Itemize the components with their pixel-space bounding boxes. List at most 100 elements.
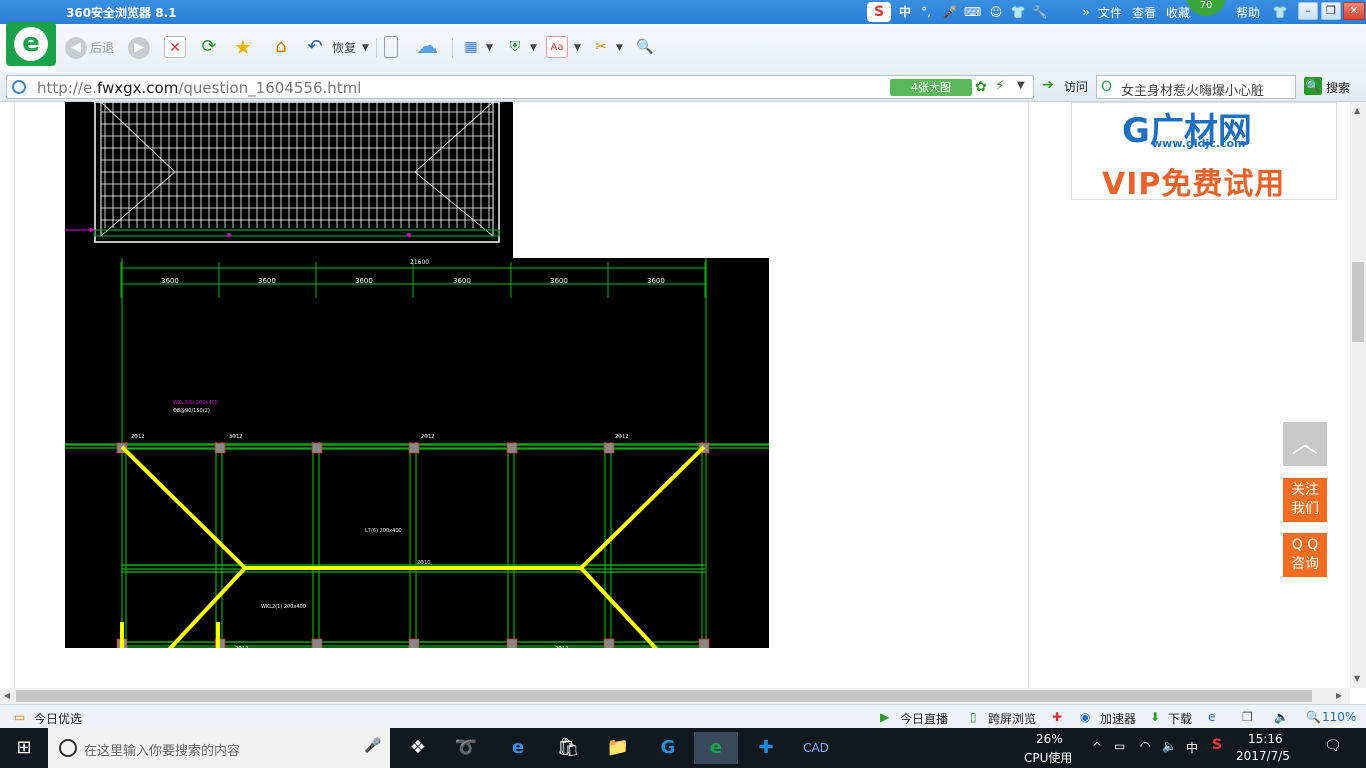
restore-dropdown-icon[interactable]: ▼ xyxy=(362,36,369,60)
sogou-s-icon[interactable]: S xyxy=(867,2,891,22)
scroll-left-icon[interactable]: ◀ xyxy=(4,691,10,700)
ie-icon[interactable]: e xyxy=(1208,710,1215,724)
compat-mode-icon[interactable]: ✿ xyxy=(975,79,987,95)
score-badge[interactable]: 70 xyxy=(1186,0,1226,16)
close-button[interactable]: ✕ xyxy=(1343,2,1365,20)
menu-help[interactable]: 帮助 xyxy=(1236,4,1260,21)
notification-icon[interactable]: 🗨 xyxy=(1324,738,1342,754)
follow-us-button[interactable]: 关注 我们 xyxy=(1283,478,1327,522)
clock-date[interactable]: 2017/7/5 xyxy=(1236,749,1290,763)
back-to-top-button[interactable]: ︿ xyxy=(1283,422,1327,466)
file-explorer-icon[interactable]: 📁 xyxy=(596,732,640,764)
microphone-icon[interactable]: 🎤 xyxy=(942,4,958,20)
translate-icon[interactable]: Aa xyxy=(546,36,568,58)
translate-dropdown-icon[interactable]: ▼ xyxy=(574,36,581,60)
sogou-tray-icon[interactable]: S xyxy=(1212,737,1222,753)
favorite-star-icon[interactable]: ★ xyxy=(232,36,254,58)
user-icon[interactable]: ☺ xyxy=(988,4,1004,20)
tray-ime[interactable]: 中 xyxy=(1186,739,1198,756)
edge-browser-icon[interactable]: e xyxy=(496,732,540,764)
accelerator-icon[interactable]: ◉ xyxy=(1080,710,1090,724)
microphone-icon[interactable]: 🎤 xyxy=(364,738,381,754)
spiral-app-icon[interactable]: ➰ xyxy=(444,732,488,764)
ime-mode-label[interactable]: 中 xyxy=(897,4,913,20)
windows-start-icon[interactable]: ⊞ xyxy=(2,732,46,764)
plus-app-icon[interactable]: ✚ xyxy=(744,732,788,764)
horizontal-scroll-thumb[interactable] xyxy=(16,690,1312,702)
framing-plan-image[interactable]: 21600 3600 3600 3600 3600 3600 3600 WKL3… xyxy=(65,258,769,648)
speed-mode-icon[interactable]: ⚡ xyxy=(995,78,1005,94)
search-input[interactable]: O 女主身材惹火嗨爆小心脏 xyxy=(1096,75,1296,99)
today-pick-link[interactable]: 今日优选 xyxy=(34,710,82,727)
horizontal-scrollbar[interactable]: ◀ ▶ xyxy=(0,688,1350,704)
download-link[interactable]: 下载 xyxy=(1168,710,1192,727)
maximize-button[interactable]: ❐ xyxy=(1321,2,1341,20)
accelerator-link[interactable]: 加速器 xyxy=(1100,710,1136,727)
cpu-percent[interactable]: 26% xyxy=(1036,732,1063,746)
download-arrow-icon[interactable]: ⬇ xyxy=(1150,710,1160,724)
360-browser-taskbar-icon[interactable]: e xyxy=(694,732,738,764)
scroll-down-icon[interactable]: ▼ xyxy=(1354,674,1360,683)
zoom-icon[interactable]: 🔍 xyxy=(634,36,656,58)
shirt-icon[interactable]: 👕 xyxy=(1010,4,1026,20)
live-play-icon[interactable]: ▶ xyxy=(880,710,889,724)
go-arrow-icon[interactable]: ➔ xyxy=(1042,77,1054,93)
stop-icon[interactable]: ✕ xyxy=(164,36,186,58)
restore-arrow-icon[interactable]: ↶ xyxy=(304,36,326,58)
scroll-right-icon[interactable]: ▶ xyxy=(1336,691,1342,700)
today-pick-icon[interactable]: ▭ xyxy=(14,710,25,724)
apps-grid-icon[interactable]: ▦ xyxy=(460,36,482,58)
shield-dropdown-icon[interactable]: ▼ xyxy=(530,36,537,60)
wrench-icon[interactable]: 🔧 xyxy=(1032,4,1048,20)
qq-consult-button[interactable]: Q Q 咨询 xyxy=(1283,533,1327,577)
glodon-app-icon[interactable]: G xyxy=(646,732,690,764)
window-copy-icon[interactable]: ❐ xyxy=(1242,710,1253,724)
search-icon[interactable]: 🔍 xyxy=(1304,77,1322,95)
big-picture-button[interactable]: 4张大图 xyxy=(890,79,972,96)
screenshot-icon[interactable]: ✂ xyxy=(590,36,612,58)
speaker-icon[interactable]: 🔈 xyxy=(1162,739,1177,753)
vertical-scrollbar[interactable]: ▲ ▼ xyxy=(1350,102,1366,688)
today-live-link[interactable]: 今日直播 xyxy=(900,710,948,727)
back-button-label[interactable]: 后退 xyxy=(90,36,114,60)
zoom-magnifier-icon[interactable]: 🔍 xyxy=(1306,710,1321,724)
tray-chevron-up-icon[interactable]: ^ xyxy=(1092,740,1102,754)
ad-banner[interactable]: G广材网 www.gldjc.com VIP免费试用 xyxy=(1071,102,1337,202)
vertical-scroll-thumb[interactable] xyxy=(1352,262,1364,342)
cross-screen-link[interactable]: 跨屏浏览 xyxy=(988,710,1036,727)
menu-favorites[interactable]: 收藏 xyxy=(1166,4,1190,21)
browser-logo[interactable]: e xyxy=(6,22,56,66)
search-engine-icon[interactable]: O xyxy=(1101,79,1112,95)
minimize-button[interactable]: – xyxy=(1298,2,1318,20)
address-dropdown-icon[interactable]: ▼ xyxy=(1017,80,1025,91)
task-view-icon[interactable]: ❖ xyxy=(396,732,440,764)
punctuation-icon[interactable]: °, xyxy=(918,4,934,20)
scroll-up-icon[interactable]: ▲ xyxy=(1354,106,1360,115)
menu-file[interactable]: 文件 xyxy=(1098,4,1122,21)
battery-icon[interactable]: ▭ xyxy=(1114,739,1125,753)
phone-icon[interactable]: ▯ xyxy=(970,710,977,724)
zoom-level[interactable]: 110% xyxy=(1322,710,1356,724)
shield-icon[interactable]: ⛨ xyxy=(504,36,526,58)
medical-cross-icon[interactable]: ✚ xyxy=(1052,710,1062,724)
keyboard-icon[interactable]: ⌨ xyxy=(964,4,981,20)
volume-icon[interactable]: 🔈 xyxy=(1274,710,1289,724)
menu-view[interactable]: 查看 xyxy=(1132,4,1156,21)
roof-plan-image[interactable] xyxy=(65,102,513,258)
address-bar[interactable]: http://e.fwxgx.com/question_1604556.html… xyxy=(6,75,1034,99)
more-chevron-icon[interactable]: » xyxy=(1078,4,1094,20)
url-text[interactable]: http://e.fwxgx.com/question_1604556.html xyxy=(37,79,361,97)
taskbar-search-box[interactable]: 在这里输入你要搜索的内容 🎤 xyxy=(48,728,390,768)
mobile-icon[interactable] xyxy=(384,36,398,58)
skin-shirt-icon[interactable]: 👕 xyxy=(1272,4,1288,20)
clock-time[interactable]: 15:16 xyxy=(1248,732,1283,746)
screenshot-dropdown-icon[interactable]: ▼ xyxy=(616,36,623,60)
home-icon[interactable]: ⌂ xyxy=(270,36,292,58)
wifi-icon[interactable]: ◠ xyxy=(1140,739,1150,753)
refresh-icon[interactable]: ⟳ xyxy=(198,36,220,58)
store-icon[interactable]: 🛍 xyxy=(546,732,590,764)
restore-button-label[interactable]: 恢复 xyxy=(332,36,356,60)
cloud-icon[interactable]: ☁ xyxy=(416,36,438,58)
apps-dropdown-icon[interactable]: ▼ xyxy=(486,36,493,60)
back-arrow-icon[interactable]: ◀ xyxy=(65,37,87,59)
